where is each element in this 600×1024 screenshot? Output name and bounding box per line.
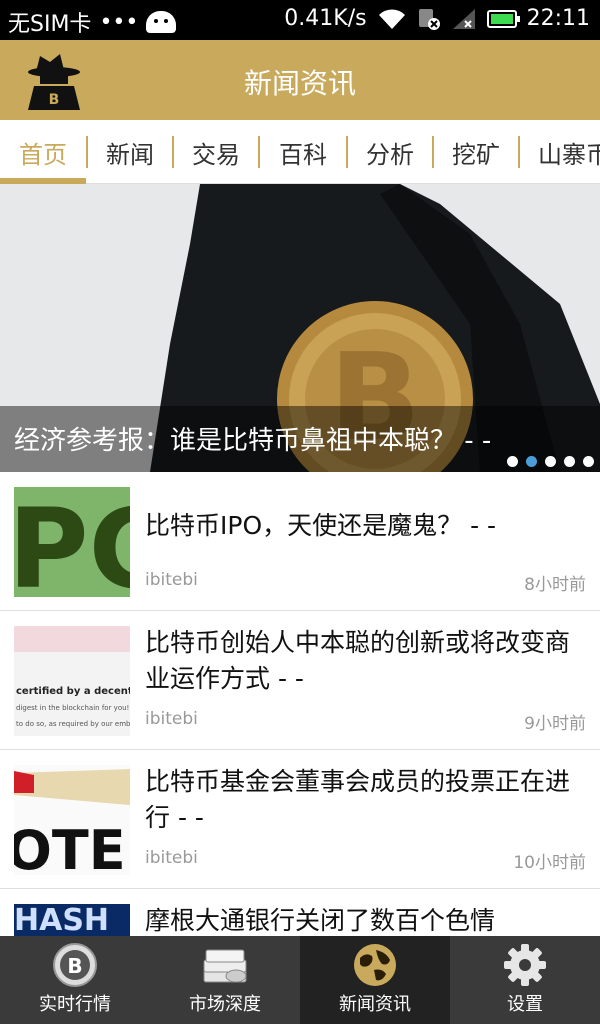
page-title: 新闻资讯 <box>243 67 356 100</box>
nav-market-quotes[interactable]: B 实时行情 <box>0 936 150 1024</box>
wifi-icon <box>378 8 405 29</box>
tab-encyclopedia[interactable]: 百科 <box>260 120 346 183</box>
news-title: 比特币IPO，天使还是魔鬼？ - - <box>145 511 497 540</box>
gear-icon <box>504 944 546 986</box>
thumb-line: digest in the blockchain for you! <box>16 704 129 712</box>
svg-text:B: B <box>67 954 82 978</box>
tab-news[interactable]: 新闻 <box>88 120 172 183</box>
battery-fill <box>490 13 513 24</box>
sim-error-icon <box>418 8 440 30</box>
nav-label: 市场深度 <box>189 994 261 1015</box>
thumb-line: to do so, as required by our emb <box>16 720 130 728</box>
news-source: ibitebi <box>145 848 198 868</box>
news-time: 10小时前 <box>513 853 586 873</box>
thumb-lettering: OTE <box>14 819 126 875</box>
tab-analysis[interactable]: 分析 <box>348 120 432 183</box>
news-list: PC 比特币IPO，天使还是魔鬼？ - - ibitebi 8小时前 certi… <box>0 472 600 936</box>
news-item[interactable]: OTE 比特币基金会董事会成员的投票正在进行 - - ibitebi 10小时前 <box>0 750 600 889</box>
notification-dots: ••• <box>99 9 139 35</box>
carousel-dot[interactable] <box>564 456 575 467</box>
carousel-dot[interactable] <box>507 456 518 467</box>
money-stack-icon <box>203 949 247 983</box>
news-source: ibitebi <box>145 570 198 590</box>
clock: 22:11 <box>526 6 590 31</box>
news-title: 比特币基金会董事会成员的投票正在进行 - - <box>145 767 571 832</box>
nav-label: 设置 <box>507 994 543 1015</box>
nav-label: 实时行情 <box>39 994 111 1015</box>
banner-caption-text: 经济参考报：谁是比特币鼻祖中本聪？ - - <box>14 426 492 456</box>
tab-divider <box>518 136 520 168</box>
sim-status: 无SIM卡 <box>8 12 92 37</box>
news-item[interactable]: certified by a decentrali digest in the … <box>0 611 600 750</box>
bitcoin-coin-icon: B <box>53 943 97 987</box>
app-header: B 新闻资讯 <box>0 40 600 120</box>
news-thumbnail: certified by a decentrali digest in the … <box>14 626 130 736</box>
globe-icon <box>354 944 396 986</box>
android-icon <box>146 11 177 33</box>
news-item[interactable]: HASH 摩根大通银行关闭了数百个色情 <box>0 889 600 936</box>
bottom-navigation: B 实时行情 市场深度 新闻资讯 设置 <box>0 936 600 1024</box>
tab-trading[interactable]: 交易 <box>174 120 258 183</box>
nav-label: 新闻资讯 <box>339 994 411 1015</box>
featured-banner[interactable]: B 经济参考报：谁是比特币鼻祖中本聪？ - - <box>0 184 600 472</box>
tab-mining[interactable]: 挖矿 <box>434 120 518 183</box>
tab-altcoins[interactable]: 山寨币 <box>522 120 600 183</box>
carousel-dot-active[interactable] <box>526 456 537 467</box>
status-bar: 无SIM卡 ••• 0.41K/s 22:11 <box>0 0 600 40</box>
network-speed: 0.41K/s <box>284 6 367 31</box>
nav-market-depth[interactable]: 市场深度 <box>150 936 300 1024</box>
news-thumbnail: PC <box>14 487 130 597</box>
news-title: 比特币创始人中本聪的创新或将改变商业运作方式 - - <box>145 628 571 693</box>
battery-icon <box>486 9 520 28</box>
thumb-lettering: HASH <box>14 904 109 936</box>
news-thumbnail: OTE <box>14 765 130 875</box>
tab-home[interactable]: 首页 <box>0 120 86 183</box>
news-item[interactable]: PC 比特币IPO，天使还是魔鬼？ - - ibitebi 8小时前 <box>0 472 600 611</box>
news-title: 摩根大通银行关闭了数百个色情 <box>145 906 496 935</box>
news-thumbnail: HASH <box>14 904 130 936</box>
carousel-dot[interactable] <box>545 456 556 467</box>
nav-settings[interactable]: 设置 <box>450 936 600 1024</box>
category-tabs: 首页 新闻 交易 百科 分析 挖矿 山寨币 <box>0 120 600 184</box>
thumb-line: certified by a decentrali <box>16 686 130 697</box>
thumb-lettering: PC <box>14 487 130 597</box>
signal-icon <box>452 8 475 29</box>
carousel-dot[interactable] <box>583 456 594 467</box>
nav-news[interactable]: 新闻资讯 <box>300 936 450 1024</box>
news-time: 9小时前 <box>524 714 586 734</box>
news-time: 8小时前 <box>524 575 586 595</box>
carousel-dots <box>507 456 594 467</box>
news-source: ibitebi <box>145 709 198 729</box>
